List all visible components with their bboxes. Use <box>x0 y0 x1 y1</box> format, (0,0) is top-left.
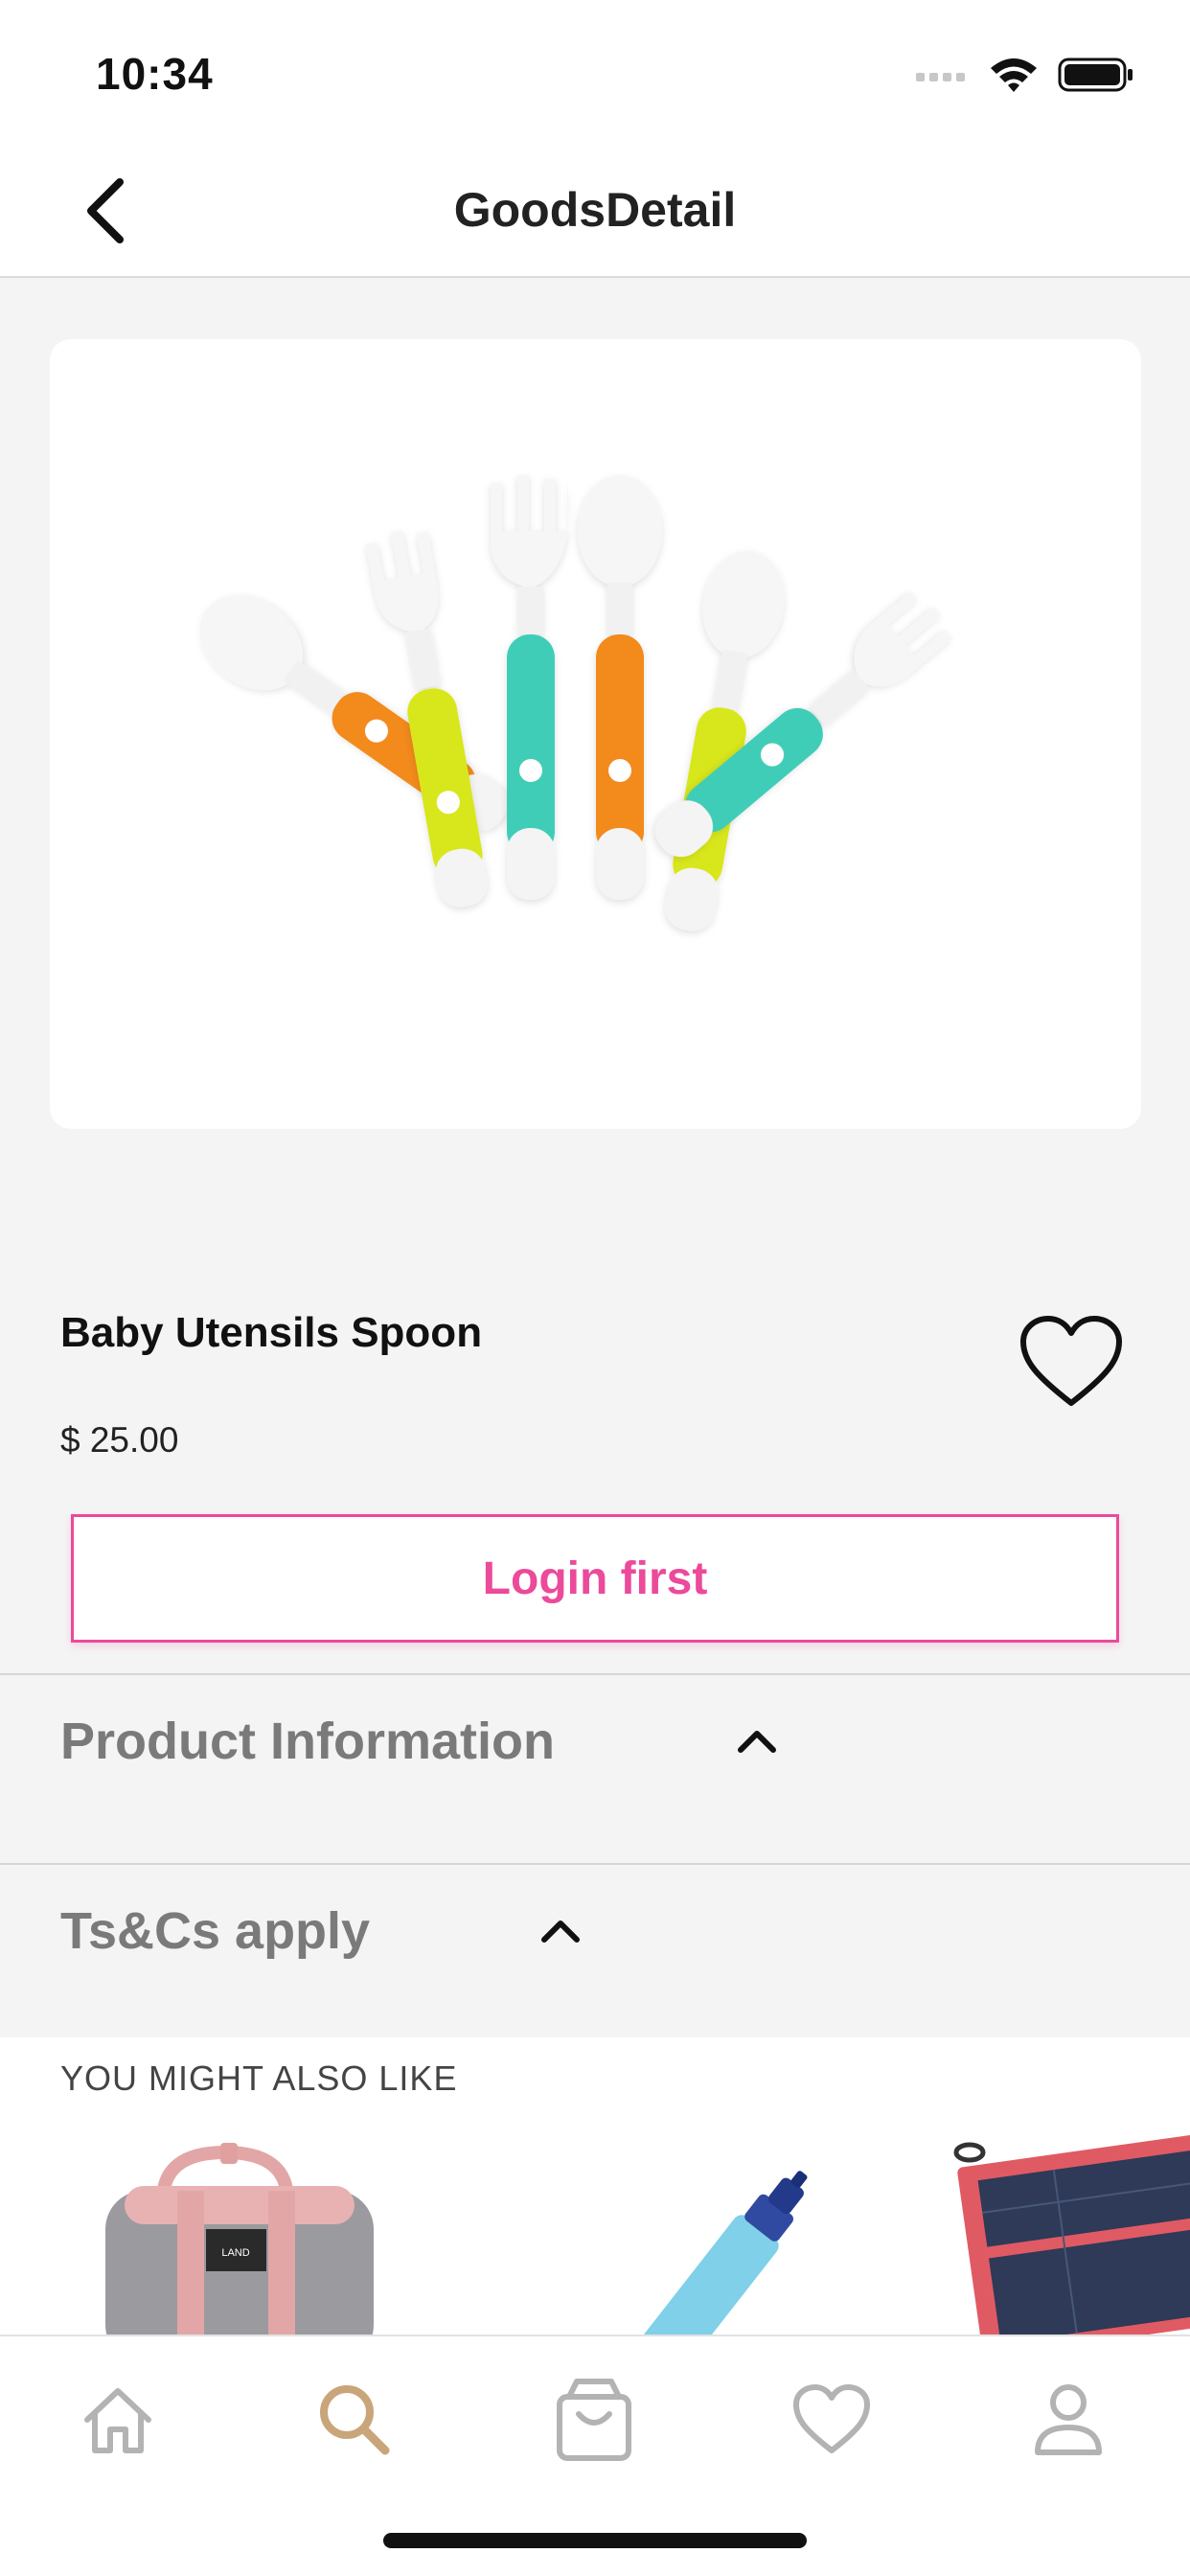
chevron-up-icon <box>541 1920 580 1943</box>
heart-icon <box>793 2384 870 2453</box>
tab-search[interactable] <box>302 2367 407 2472</box>
search-icon <box>320 2385 390 2455</box>
chevron-up-icon <box>738 1731 776 1753</box>
home-indicator <box>383 2533 807 2548</box>
tab-profile[interactable] <box>1016 2367 1121 2472</box>
product-image-card[interactable] <box>50 339 1141 1129</box>
recommendation-item-solar-panel[interactable] <box>949 2133 1190 2334</box>
wifi-icon <box>991 58 1037 92</box>
heart-outline-icon <box>1020 1316 1122 1406</box>
backpack-logo-text: LAND <box>221 2247 249 2259</box>
tab-favorites[interactable] <box>779 2367 884 2472</box>
recommendations-title: YOU MIGHT ALSO LIKE <box>60 2058 458 2098</box>
tab-home[interactable] <box>65 2367 171 2472</box>
home-icon <box>84 2388 151 2453</box>
status-icons <box>916 56 1134 94</box>
section-label: Ts&Cs apply <box>60 1902 371 1960</box>
favorite-button[interactable] <box>1018 1315 1125 1411</box>
recommendation-item-water-filter[interactable] <box>623 2133 853 2334</box>
backpack-image: LAND <box>105 2143 374 2334</box>
battery-icon <box>1058 58 1133 92</box>
solar-panel-image <box>953 2133 1190 2334</box>
recommendation-item-backpack[interactable]: LAND <box>96 2133 383 2334</box>
section-terms[interactable]: Ts&Cs apply <box>0 1863 1190 2037</box>
profile-icon <box>1035 2384 1102 2455</box>
signal-icon <box>916 73 965 81</box>
login-first-button[interactable]: Login first <box>71 1514 1119 1643</box>
bag-icon <box>557 2379 631 2461</box>
product-name: Baby Utensils Spoon <box>60 1309 483 1356</box>
tab-bag[interactable] <box>541 2367 647 2472</box>
status-time: 10:34 <box>96 49 214 99</box>
water-filter-image <box>626 2171 808 2334</box>
page-title: GoodsDetail <box>453 183 737 237</box>
section-label: Product Information <box>60 1713 555 1770</box>
product-price: $ 25.00 <box>60 1420 179 1460</box>
recommendations: YOU MIGHT ALSO LIKE LAND <box>0 2037 1190 2334</box>
status-bar: 10:34 <box>0 0 1190 144</box>
section-product-information[interactable]: Product Information <box>0 1673 1190 1863</box>
product-image <box>199 475 953 932</box>
nav-bar: GoodsDetail <box>0 144 1190 278</box>
